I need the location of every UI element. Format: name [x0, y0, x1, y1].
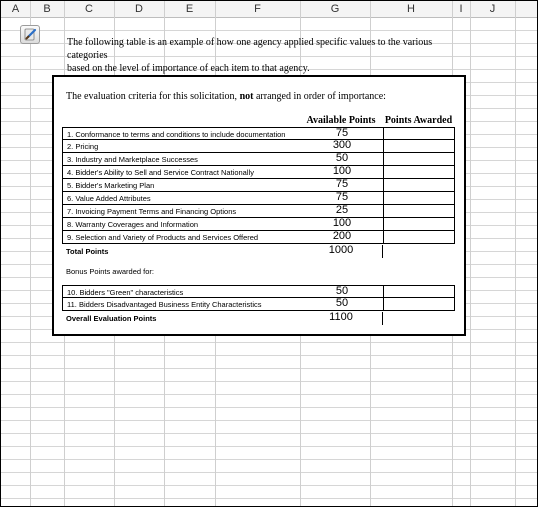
- column-header-g[interactable]: G: [300, 1, 370, 17]
- intro-line-2: based on the level of importance of each…: [67, 63, 310, 74]
- points-awarded-cell[interactable]: [383, 218, 456, 230]
- table-row: 3. Industry and Marketplace Successes 50: [62, 152, 456, 166]
- table-row: 7. Invoicing Payment Terms and Financing…: [62, 204, 456, 218]
- available-points-cell[interactable]: 50: [301, 152, 383, 165]
- intro-text: The following table is an example of how…: [67, 36, 467, 75]
- evaluation-criteria-box: The evaluation criteria for this solicit…: [52, 75, 466, 336]
- criterion-label: 5. Bidder's Marketing Plan: [67, 181, 155, 190]
- total-points-row: Total Points 1000: [62, 244, 455, 258]
- available-points-cell[interactable]: 200: [301, 230, 383, 243]
- overall-points-row: Overall Evaluation Points 1100: [62, 311, 455, 325]
- column-header-d[interactable]: D: [114, 1, 164, 17]
- total-points-value[interactable]: 1000: [300, 244, 382, 257]
- table-row: 6. Value Added Attributes 75: [62, 191, 456, 205]
- table-row: 11. Bidders Disadvantaged Business Entit…: [62, 297, 456, 311]
- available-points-cell[interactable]: 75: [301, 191, 383, 204]
- column-header-a[interactable]: A: [1, 1, 30, 17]
- table-row: 2. Pricing 300: [62, 139, 456, 153]
- table-row: 8. Warranty Coverages and Information 10…: [62, 217, 456, 231]
- paintbrush-icon: [24, 28, 37, 41]
- points-awarded-cell[interactable]: [383, 298, 456, 310]
- points-awarded-cell[interactable]: [383, 166, 456, 178]
- points-awarded-header: Points Awarded: [384, 115, 453, 126]
- awarded-column-divider: [382, 312, 383, 325]
- column-header-h[interactable]: H: [370, 1, 452, 17]
- points-awarded-cell[interactable]: [383, 205, 456, 217]
- table-row: 9. Selection and Variety of Products and…: [62, 230, 456, 244]
- bonus-criterion-label: 11. Bidders Disadvantaged Business Entit…: [67, 300, 262, 309]
- column-header-b[interactable]: B: [30, 1, 64, 17]
- points-awarded-cell[interactable]: [383, 128, 456, 140]
- criterion-label: 3. Industry and Marketplace Successes: [67, 155, 198, 164]
- points-awarded-cell[interactable]: [383, 179, 456, 191]
- available-points-header: Available Points: [306, 115, 376, 126]
- criterion-label: 4. Bidder's Ability to Sell and Service …: [67, 168, 254, 177]
- paste-options-button[interactable]: [20, 25, 40, 44]
- awarded-column-divider: [382, 245, 383, 258]
- available-points-cell[interactable]: 75: [301, 178, 383, 191]
- criterion-label: 8. Warranty Coverages and Information: [67, 220, 199, 229]
- bonus-heading: Bonus Points awarded for:: [66, 267, 154, 276]
- total-points-label: Total Points: [66, 247, 109, 256]
- criterion-label: 6. Value Added Attributes: [67, 194, 151, 203]
- grid-line: [30, 1, 31, 506]
- criterion-label: 7. Invoicing Payment Terms and Financing…: [67, 207, 237, 216]
- criterion-label: 2. Pricing: [67, 142, 99, 151]
- available-points-cell[interactable]: 50: [301, 297, 383, 310]
- points-awarded-cell[interactable]: [383, 192, 456, 204]
- grid-line: [470, 1, 471, 506]
- criteria-heading: The evaluation criteria for this solicit…: [66, 91, 386, 102]
- overall-points-label: Overall Evaluation Points: [66, 314, 157, 323]
- table-row: 1. Conformance to terms and conditions t…: [62, 127, 455, 140]
- overall-points-value[interactable]: 1100: [300, 311, 382, 324]
- grid-line: [515, 1, 516, 506]
- intro-line-1: The following table is an example of how…: [67, 37, 433, 61]
- available-points-cell[interactable]: 100: [301, 165, 383, 178]
- criterion-label: 9. Selection and Variety of Products and…: [67, 233, 259, 242]
- table-row: 4. Bidder's Ability to Sell and Service …: [62, 165, 456, 179]
- available-points-cell[interactable]: 25: [301, 204, 383, 217]
- available-points-cell[interactable]: 100: [301, 217, 383, 230]
- spreadsheet-grid[interactable]: A B C D E F G H I J The following table …: [0, 0, 538, 507]
- table-row: 10. Bidders "Green" characteristics 50: [62, 285, 455, 298]
- table-row: 5. Bidder's Marketing Plan 75: [62, 178, 456, 192]
- column-header-bar: A B C D E F G H I J: [1, 1, 537, 18]
- points-awarded-cell[interactable]: [383, 140, 456, 152]
- bonus-heading-row: Bonus Points awarded for:: [62, 265, 455, 278]
- points-awarded-cell[interactable]: [383, 231, 456, 243]
- column-header-j[interactable]: J: [470, 1, 515, 17]
- column-header-i[interactable]: I: [452, 1, 470, 17]
- column-header-e[interactable]: E: [164, 1, 215, 17]
- column-header-c[interactable]: C: [64, 1, 114, 17]
- points-awarded-cell[interactable]: [383, 286, 456, 298]
- available-points-cell[interactable]: 300: [301, 139, 383, 152]
- column-header-f[interactable]: F: [215, 1, 300, 17]
- points-awarded-cell[interactable]: [383, 153, 456, 165]
